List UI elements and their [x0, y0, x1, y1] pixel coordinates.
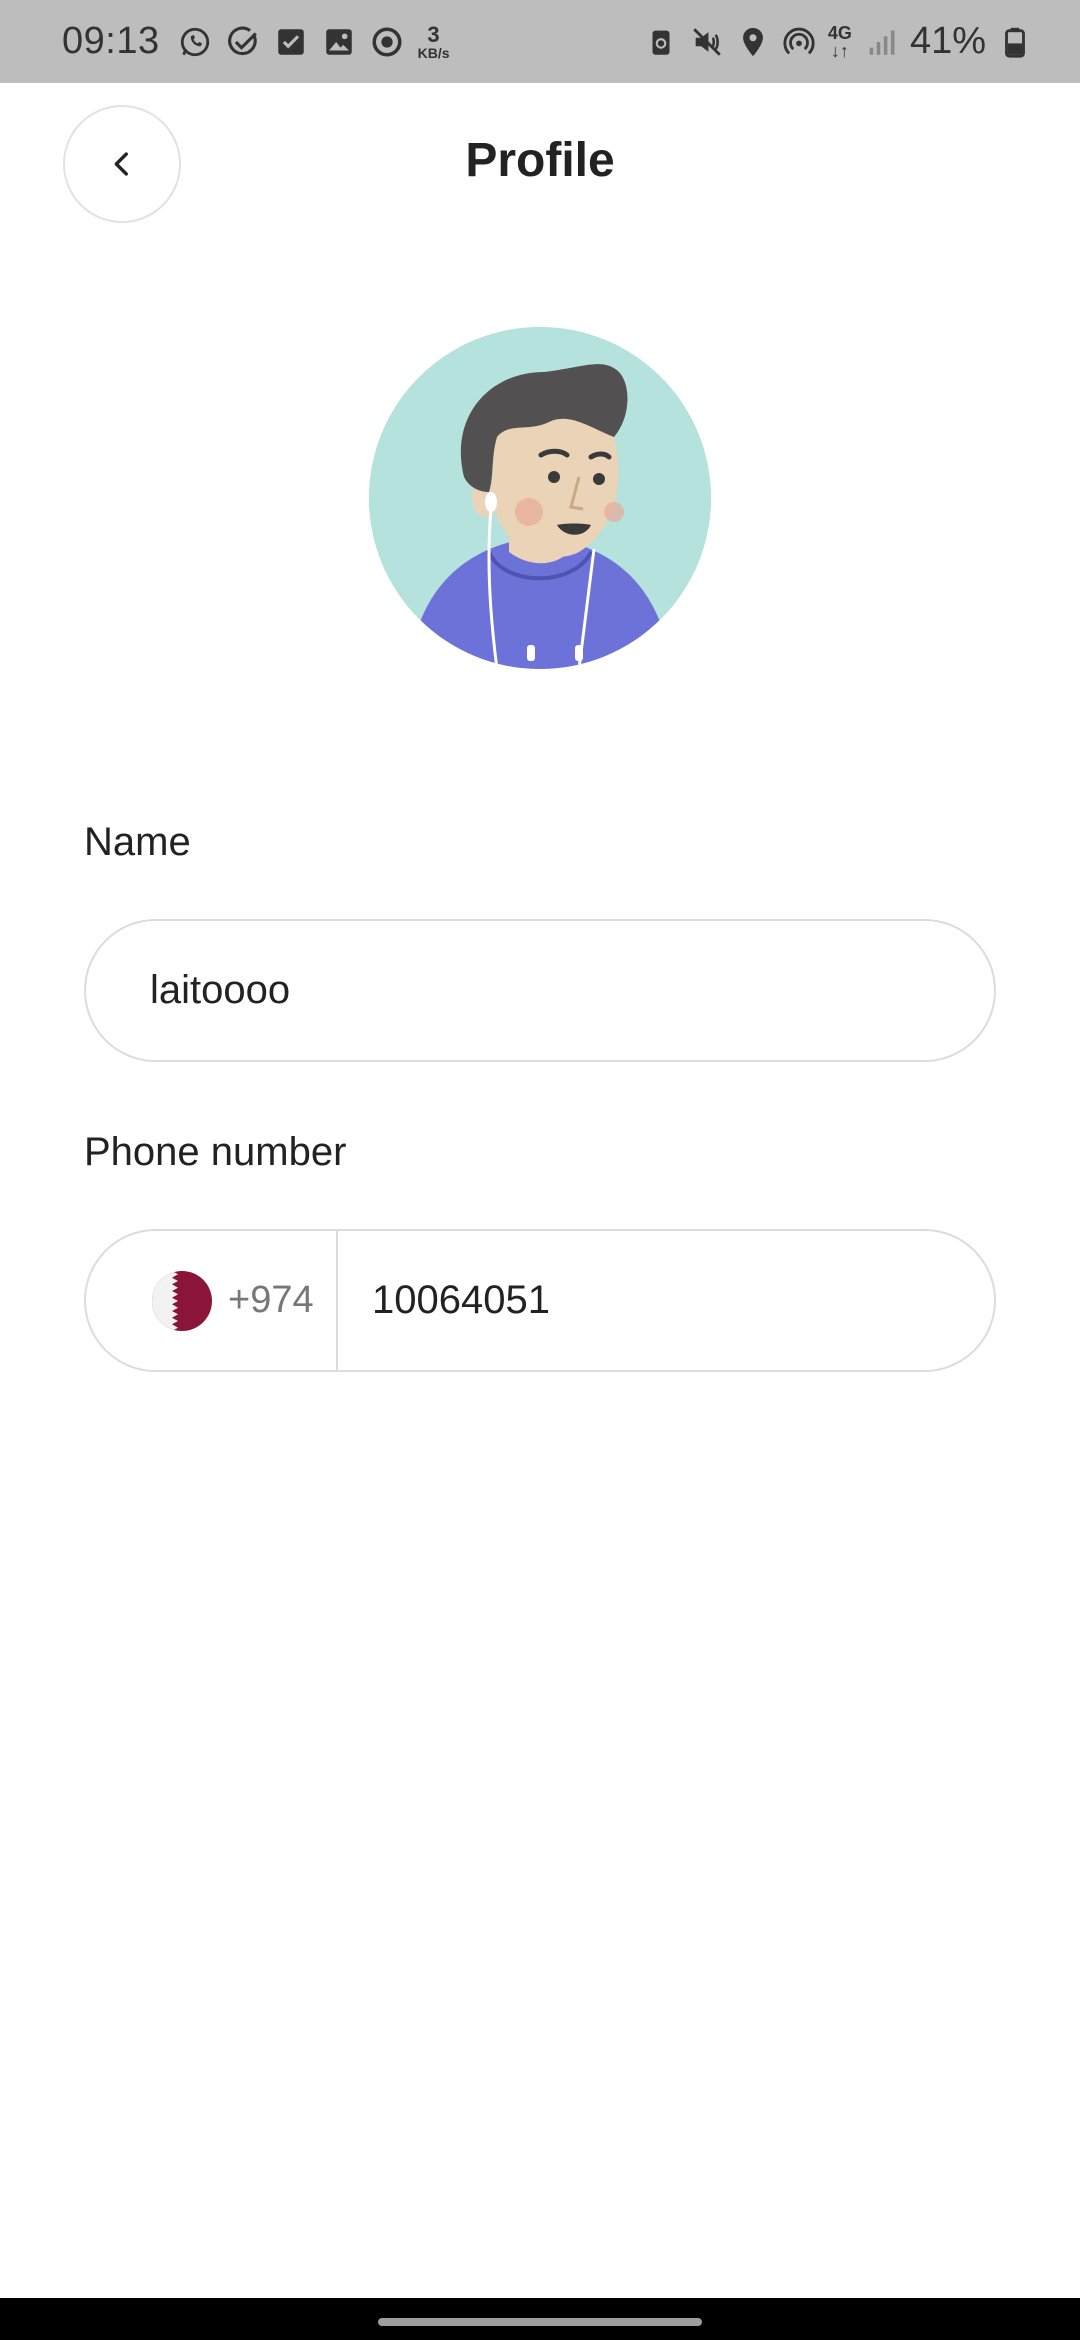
status-bar: 09:13 3 KB/s 4G ↓↑ 41% [0, 0, 1080, 83]
phone-input[interactable] [372, 1278, 932, 1323]
hotspot-icon [782, 25, 816, 59]
name-input[interactable] [150, 968, 930, 1013]
mute-icon [690, 25, 724, 59]
whatsapp-icon [178, 25, 212, 59]
network-speed: 3 KB/s [417, 21, 450, 61]
sync-icon [370, 25, 404, 59]
profile-avatar[interactable] [369, 327, 711, 669]
location-icon [736, 25, 770, 59]
avatar-illustration [369, 327, 711, 669]
check-circle-icon [226, 25, 260, 59]
dial-code: +974 [228, 1279, 314, 1321]
signal-icon [864, 25, 898, 59]
network-type: 4G ↓↑ [827, 22, 852, 61]
phone-field[interactable]: +974 [84, 1229, 996, 1372]
name-label: Name [84, 820, 191, 864]
notification-icons: 3 KB/s [178, 21, 450, 61]
name-field[interactable] [84, 919, 996, 1062]
gallery-icon [322, 25, 356, 59]
status-time: 09:13 [62, 20, 160, 62]
phone-label: Phone number [84, 1130, 347, 1174]
home-indicator[interactable] [378, 2318, 702, 2326]
country-code-picker[interactable]: +974 [86, 1231, 338, 1370]
vpn-lock-icon [644, 25, 678, 59]
qatar-flag-icon [152, 1270, 212, 1331]
battery-icon [998, 25, 1032, 59]
system-nav-bar [0, 2298, 1080, 2340]
checkbox-icon [274, 25, 308, 59]
battery-percentage: 41% [909, 20, 986, 62]
system-icons: 4G ↓↑ 41% [644, 20, 1032, 63]
page-title: Profile [465, 134, 615, 187]
app-header: Profile [0, 83, 1080, 243]
